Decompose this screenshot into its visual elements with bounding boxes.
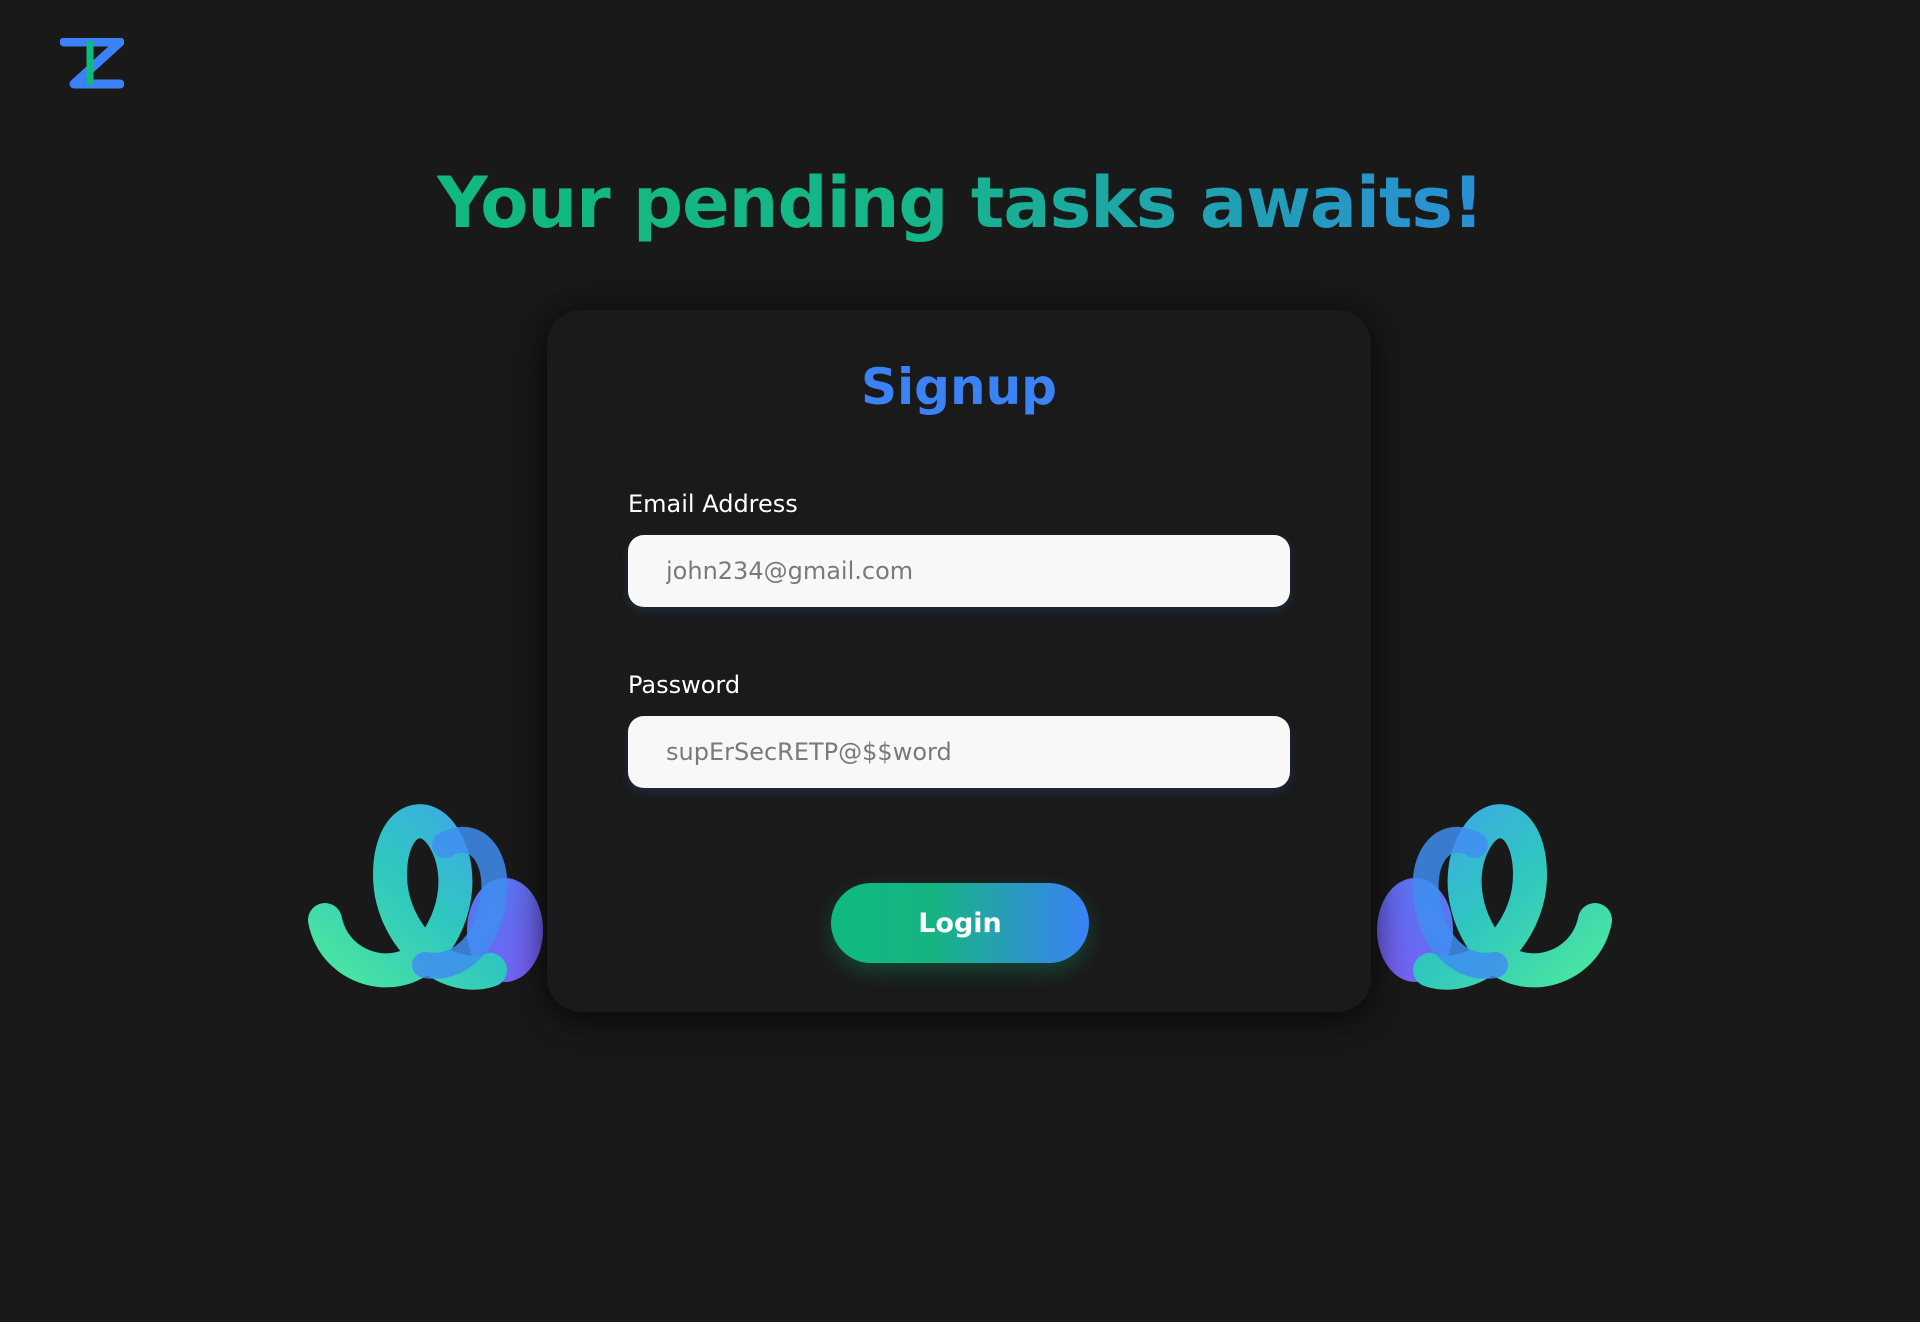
password-input[interactable] [628, 716, 1290, 788]
card-title: Signup [861, 358, 1057, 416]
signup-page: Your pending tasks awaits! Signup Email … [0, 0, 1920, 1322]
email-input[interactable] [628, 535, 1290, 607]
email-label: Email Address [628, 490, 798, 518]
z-logo-icon[interactable] [60, 38, 124, 92]
password-label: Password [628, 671, 741, 699]
login-button[interactable]: Login [831, 883, 1089, 963]
signup-card: Signup Email Address Password Login [547, 310, 1371, 1012]
page-headline: Your pending tasks awaits! [0, 158, 1920, 248]
swirl-3d-icon [1377, 804, 1612, 990]
page-headline-text: Your pending tasks awaits! [436, 162, 1484, 244]
swirl-3d-icon [308, 804, 543, 990]
